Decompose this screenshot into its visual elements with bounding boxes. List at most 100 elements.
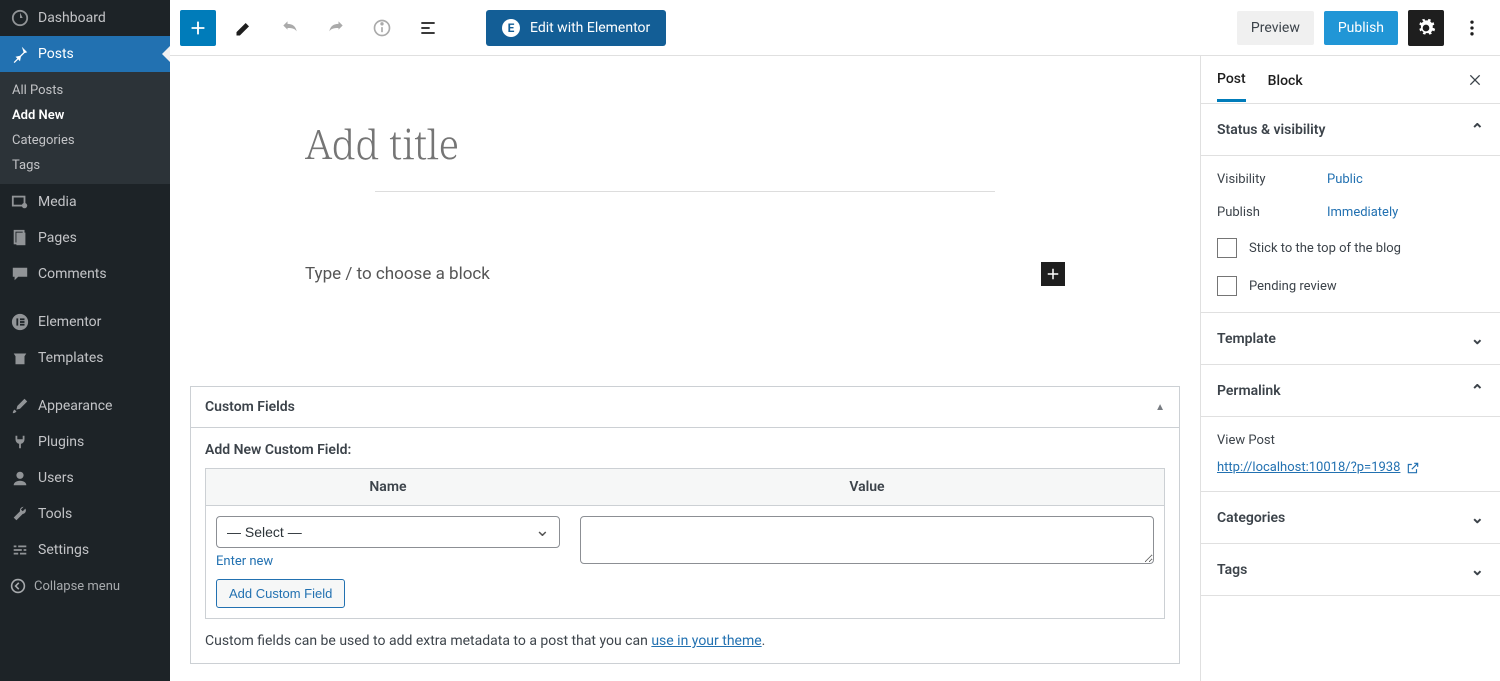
status-visibility-toggle[interactable]: Status & visibility ⌃ xyxy=(1201,104,1500,156)
preview-button[interactable]: Preview xyxy=(1237,11,1314,45)
redo-button[interactable] xyxy=(318,10,354,46)
sidebar-label: Elementor xyxy=(38,314,101,330)
elementor-circle-icon: E xyxy=(502,19,520,37)
redo-icon xyxy=(326,18,346,38)
settings-tabs: Post Block xyxy=(1201,56,1500,104)
cf-value-textarea[interactable] xyxy=(580,516,1154,564)
sidebar-label: Tools xyxy=(38,506,72,522)
edit-with-elementor-button[interactable]: E Edit with Elementor xyxy=(486,10,666,46)
sidebar-label: Pages xyxy=(38,230,77,246)
collapse-label: Collapse menu xyxy=(34,579,120,594)
sidebar-item-pages[interactable]: Pages xyxy=(0,220,170,256)
pending-checkbox[interactable] xyxy=(1217,276,1237,296)
visibility-value-link[interactable]: Public xyxy=(1327,172,1363,187)
settings-sidebar: Post Block Status & visibility ⌃ Visibil… xyxy=(1200,56,1500,681)
chevron-down-icon: ⌄ xyxy=(1471,508,1484,527)
publish-button[interactable]: Publish xyxy=(1324,11,1398,45)
cf-col-name: Name xyxy=(206,469,570,506)
permalink-toggle[interactable]: Permalink ⌃ xyxy=(1201,365,1500,417)
tab-block[interactable]: Block xyxy=(1268,59,1303,101)
pencil-icon xyxy=(234,18,254,38)
undo-icon xyxy=(280,18,300,38)
plug-icon xyxy=(10,432,30,452)
sidebar-item-tools[interactable]: Tools xyxy=(0,496,170,532)
sidebar-label: Appearance xyxy=(38,398,112,414)
more-options-button[interactable] xyxy=(1454,10,1490,46)
elementor-btn-label: Edit with Elementor xyxy=(530,20,650,36)
post-title-input[interactable] xyxy=(245,106,1125,181)
stick-checkbox[interactable] xyxy=(1217,238,1237,258)
view-post-label: View Post xyxy=(1217,433,1484,448)
cf-name-select[interactable]: — Select — xyxy=(216,516,560,548)
categories-toggle[interactable]: Categories ⌄ xyxy=(1201,492,1500,544)
sidebar-item-elementor[interactable]: Elementor xyxy=(0,304,170,340)
collapse-icon xyxy=(10,578,26,594)
sidebar-item-users[interactable]: Users xyxy=(0,460,170,496)
plus-icon xyxy=(1044,265,1062,283)
tags-toggle[interactable]: Tags ⌄ xyxy=(1201,544,1500,596)
external-link-icon xyxy=(1406,461,1420,475)
info-button[interactable] xyxy=(364,10,400,46)
sub-categories[interactable]: Categories xyxy=(0,128,170,153)
outline-button[interactable] xyxy=(410,10,446,46)
permalink-panel: View Post http://localhost:10018/?p=1938 xyxy=(1201,417,1500,492)
template-toggle[interactable]: Template ⌄ xyxy=(1201,313,1500,365)
edit-mode-button[interactable] xyxy=(226,10,262,46)
sub-all-posts[interactable]: All Posts xyxy=(0,78,170,103)
publish-label: Publish xyxy=(1217,205,1327,220)
chevron-down-icon: ⌄ xyxy=(1471,329,1484,348)
sidebar-label: Comments xyxy=(38,266,107,282)
more-vertical-icon xyxy=(1462,18,1482,38)
enter-new-link[interactable]: Enter new xyxy=(216,554,273,569)
media-icon xyxy=(10,192,30,212)
triangle-up-icon: ▲ xyxy=(1155,402,1165,413)
sidebar-label: Plugins xyxy=(38,434,84,450)
sidebar-item-posts[interactable]: Posts xyxy=(0,36,170,72)
pending-label: Pending review xyxy=(1249,279,1337,294)
settings-toggle-button[interactable] xyxy=(1408,10,1444,46)
close-settings-button[interactable] xyxy=(1466,71,1484,89)
stick-label: Stick to the top of the blog xyxy=(1249,241,1401,256)
cf-hint: Custom fields can be used to add extra m… xyxy=(205,633,1165,649)
use-in-theme-link[interactable]: use in your theme xyxy=(651,633,761,649)
comments-icon xyxy=(10,264,30,284)
sub-tags[interactable]: Tags xyxy=(0,153,170,178)
custom-fields-toggle[interactable]: Custom Fields ▲ xyxy=(190,386,1180,428)
chevron-up-icon: ⌃ xyxy=(1471,120,1484,139)
sidebar-item-media[interactable]: Media xyxy=(0,184,170,220)
sidebar-item-settings[interactable]: Settings xyxy=(0,532,170,568)
sidebar-item-appearance[interactable]: Appearance xyxy=(0,388,170,424)
elementor-icon xyxy=(10,312,30,332)
add-block-button[interactable] xyxy=(180,10,216,46)
dashboard-icon xyxy=(10,8,30,28)
custom-fields-table: Name Value — Select — Enter new xyxy=(205,468,1165,619)
chevron-up-icon: ⌃ xyxy=(1471,381,1484,400)
chevron-down-icon: ⌄ xyxy=(1471,560,1484,579)
sidebar-item-templates[interactable]: Templates xyxy=(0,340,170,376)
title-divider xyxy=(375,191,995,192)
sidebar-label: Posts xyxy=(38,46,74,62)
inline-add-block-button[interactable] xyxy=(1041,262,1065,286)
editor-toolbar: E Edit with Elementor Preview Publish xyxy=(170,0,1500,56)
sidebar-label: Settings xyxy=(38,542,89,558)
sidebar-item-dashboard[interactable]: Dashboard xyxy=(0,0,170,36)
tab-post[interactable]: Post xyxy=(1217,57,1246,102)
custom-fields-title: Custom Fields xyxy=(205,399,295,415)
sidebar-label: Templates xyxy=(38,350,104,366)
add-custom-field-button[interactable]: Add Custom Field xyxy=(216,579,345,608)
sidebar-item-plugins[interactable]: Plugins xyxy=(0,424,170,460)
pin-icon xyxy=(10,44,30,64)
block-placeholder-text[interactable]: Type / to choose a block xyxy=(305,264,1031,284)
wrench-icon xyxy=(10,504,30,524)
sub-add-new[interactable]: Add New xyxy=(0,103,170,128)
list-icon xyxy=(418,18,438,38)
publish-value-link[interactable]: Immediately xyxy=(1327,205,1398,220)
custom-fields-panel: Custom Fields ▲ Add New Custom Field: Na… xyxy=(190,386,1180,664)
sidebar-item-comments[interactable]: Comments xyxy=(0,256,170,292)
plus-icon xyxy=(187,17,209,39)
x-icon xyxy=(1467,72,1483,88)
undo-button[interactable] xyxy=(272,10,308,46)
collapse-menu-button[interactable]: Collapse menu xyxy=(0,568,170,604)
sidebar-label: Users xyxy=(38,470,74,486)
permalink-url-link[interactable]: http://localhost:10018/?p=1938 xyxy=(1217,460,1420,475)
